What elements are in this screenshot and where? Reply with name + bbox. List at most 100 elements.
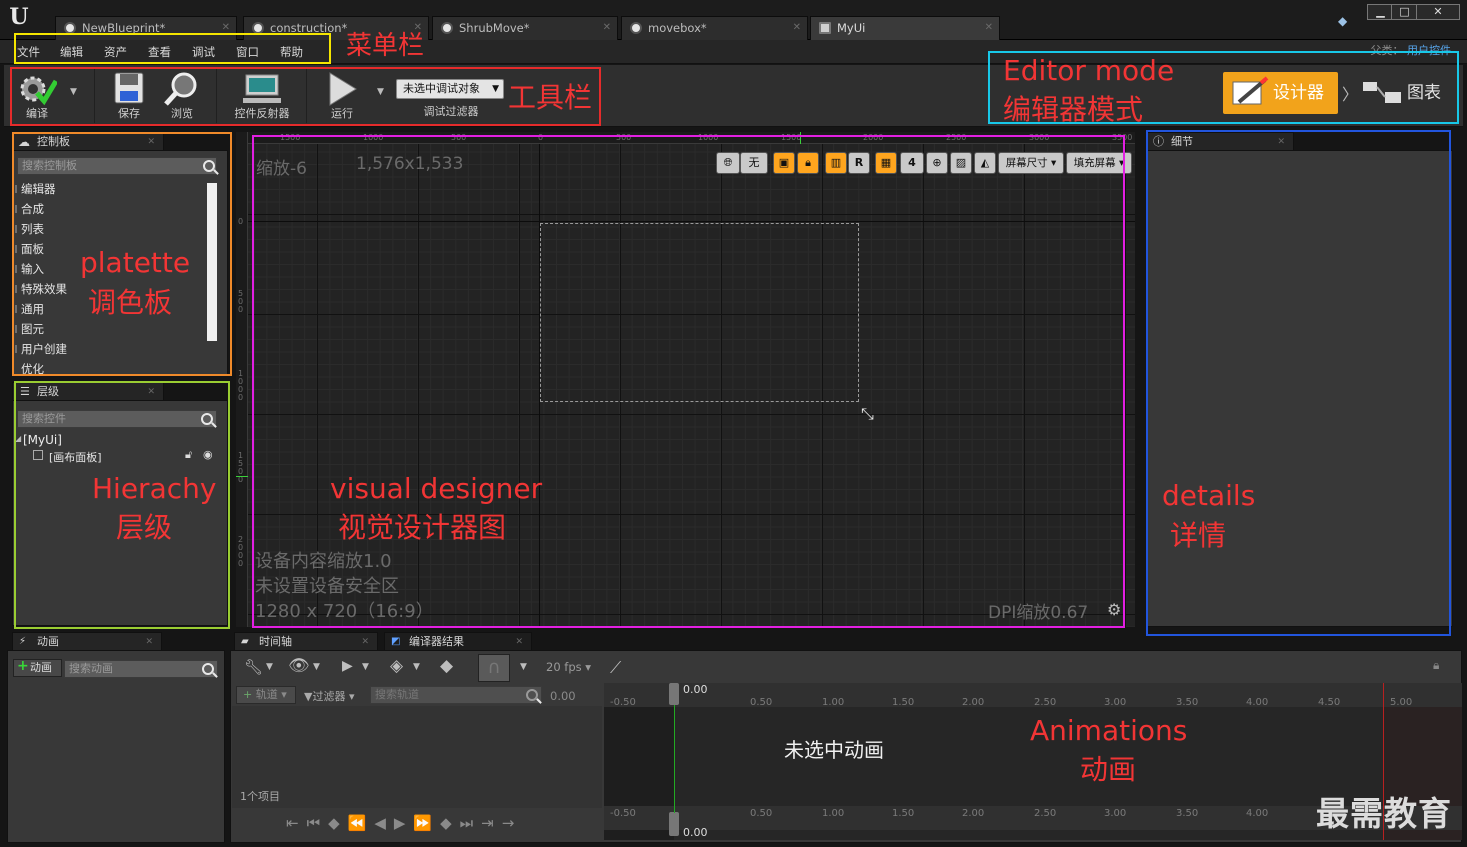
- ruler-tick: 5 0 0: [238, 289, 244, 314]
- fps-dropdown[interactable]: 20 fps ▾: [546, 660, 591, 674]
- prev-key-icon[interactable]: ◆: [328, 814, 348, 832]
- menubar-annotation-box: [14, 33, 331, 64]
- ruler-tick: 0: [238, 217, 244, 226]
- chevron-down-icon[interactable]: ▼: [362, 662, 369, 672]
- toolbar-annotation: 工具栏: [508, 81, 593, 114]
- ruler-cursor-marker: [236, 476, 248, 477]
- animation-search-input[interactable]: 搜索动画: [64, 660, 218, 678]
- timeline-icon: ▰: [241, 636, 249, 647]
- filter-dropdown[interactable]: ▼过滤器 ▾: [304, 688, 355, 704]
- details-annotation-cn: 详情: [1170, 519, 1227, 552]
- jump-to-end-icon[interactable]: ⇥: [481, 814, 502, 832]
- forward-frame-icon[interactable]: ⏩: [413, 814, 440, 832]
- timeline-tick: 3.50: [1176, 697, 1199, 708]
- curve-editor-icon[interactable]: ⟋: [610, 658, 621, 678]
- tab-label: MyUi: [837, 21, 866, 35]
- chevron-down-icon[interactable]: ▼: [520, 662, 527, 672]
- step-back-icon[interactable]: ⏮: [307, 814, 329, 832]
- step-forward-icon[interactable]: ⏭: [460, 814, 482, 832]
- track-search-input[interactable]: 搜索轨道: [370, 686, 542, 704]
- playhead-handle-bottom[interactable]: [669, 812, 679, 836]
- loop-icon[interactable]: →: [502, 814, 523, 832]
- reverse-icon[interactable]: ◀: [374, 814, 394, 832]
- designer-annotation-cn: 视觉设计器图: [338, 511, 507, 544]
- chevron-down-icon[interactable]: ▼: [413, 662, 420, 672]
- add-track-label: 轨道: [255, 688, 278, 701]
- tab-myui[interactable]: MyUi ✕: [810, 16, 1000, 40]
- plus-icon: +: [17, 658, 29, 674]
- lock-icon[interactable]: 🔒︎: [1433, 658, 1439, 673]
- chevron-down-icon[interactable]: ▼: [266, 662, 273, 672]
- add-animation-button[interactable]: + 动画: [13, 658, 62, 677]
- item-count: 1个项目: [240, 790, 280, 803]
- back-frame-icon[interactable]: ⏪: [348, 814, 375, 832]
- magnet-snap-icon[interactable]: ∩: [478, 654, 510, 682]
- tab-animations[interactable]: ⚡ 动画 ✕: [12, 632, 162, 650]
- palette-annotation-cn: 调色板: [88, 286, 173, 319]
- animations-annotation-cn: 动画: [1080, 753, 1137, 786]
- animations-tab-label: 动画: [37, 635, 59, 648]
- wrench-icon[interactable]: 🔧︎: [244, 658, 263, 676]
- compiler-results-icon: ◩: [391, 636, 401, 647]
- timeline-tick: 2.00: [962, 697, 985, 708]
- tab-movebox[interactable]: movebox* ✕: [621, 16, 808, 40]
- add-animation-label: 动画: [30, 661, 52, 674]
- chevron-down-icon[interactable]: ▼: [313, 662, 320, 672]
- timeline-tick: 2.50: [1034, 808, 1057, 819]
- animations-panel: + 动画 搜索动画: [7, 650, 225, 843]
- close-icon[interactable]: ✕: [145, 633, 153, 651]
- timeline-tick: 4.50: [1318, 697, 1341, 708]
- search-icon[interactable]: [202, 663, 214, 675]
- editor-mode-annotation-cn: 编辑器模式: [1003, 93, 1144, 126]
- timeline-tick: 0.50: [750, 697, 773, 708]
- hierarchy-annotation-cn: 层级: [116, 511, 173, 544]
- tab-compiler-results[interactable]: ◩ 编译器结果 ✕: [384, 632, 532, 650]
- close-icon[interactable]: ✕: [793, 17, 801, 39]
- play-icon[interactable]: ▶: [394, 814, 414, 832]
- palette-annotation-en: platette: [80, 246, 191, 279]
- close-icon[interactable]: ✕: [361, 633, 369, 651]
- close-icon[interactable]: ✕: [603, 17, 611, 39]
- current-time-readout[interactable]: 0.00: [550, 689, 576, 703]
- minimize-button[interactable]: ▁: [1367, 4, 1394, 20]
- close-icon[interactable]: ✕: [985, 17, 993, 39]
- blueprint-icon: [630, 22, 642, 34]
- close-icon[interactable]: ✕: [515, 633, 523, 651]
- plus-icon: +: [243, 688, 253, 701]
- watermark: 最需教育: [1316, 794, 1452, 833]
- snap-key-icon[interactable]: ◆: [440, 656, 453, 676]
- fps-value: 20 fps: [546, 660, 582, 674]
- timeline-tick: 3.50: [1176, 808, 1199, 819]
- hierarchy-annotation-en: Hierachy: [92, 472, 217, 505]
- timeline-ruler-top: -0.50 0.50 1.00 1.50 2.00 2.50 3.00 3.50…: [604, 683, 1462, 708]
- timeline-tick: 5.00: [1390, 697, 1413, 708]
- add-track-button[interactable]: + 轨道 ▾: [236, 686, 296, 704]
- details-annotation-box: [1146, 130, 1451, 636]
- close-window-button[interactable]: ✕: [1416, 4, 1460, 20]
- jump-to-start-icon[interactable]: ⇤: [286, 814, 307, 832]
- view-eye-icon[interactable]: 👁︎: [288, 656, 310, 676]
- timeline-tick: 4.00: [1246, 808, 1269, 819]
- tab-timeline[interactable]: ▰ 时间轴 ✕: [234, 632, 378, 650]
- playback-start-line: [674, 705, 675, 813]
- unreal-logo-icon[interactable]: U: [6, 4, 32, 30]
- ruler-tick: 2 0 0 0: [238, 535, 244, 568]
- no-animation-message: 未选中动画: [784, 738, 884, 762]
- playhead-time-top: 0.00: [683, 683, 708, 696]
- editor-mode-annotation-en: Editor mode: [1003, 54, 1175, 87]
- next-key-icon[interactable]: ◆: [440, 814, 460, 832]
- timeline-tick: 1.00: [822, 808, 845, 819]
- tab-shrubmove[interactable]: ShrubMove* ✕: [432, 16, 618, 40]
- timeline-tick: 1.00: [822, 697, 845, 708]
- blueprint-icon: [441, 22, 453, 34]
- timeline-tick: 3.00: [1104, 697, 1127, 708]
- timeline-tick: -0.50: [610, 697, 636, 708]
- search-icon[interactable]: [526, 689, 538, 701]
- playhead-handle-top[interactable]: [669, 683, 679, 705]
- timeline-tick: 2.00: [962, 808, 985, 819]
- playback-icon[interactable]: ▶: [342, 658, 353, 674]
- feedback-icon[interactable]: ◆: [1338, 14, 1354, 28]
- keyframe-icon[interactable]: ◈: [390, 656, 403, 676]
- maximize-button[interactable]: □: [1391, 4, 1418, 20]
- timeline-tick: 1.50: [892, 808, 915, 819]
